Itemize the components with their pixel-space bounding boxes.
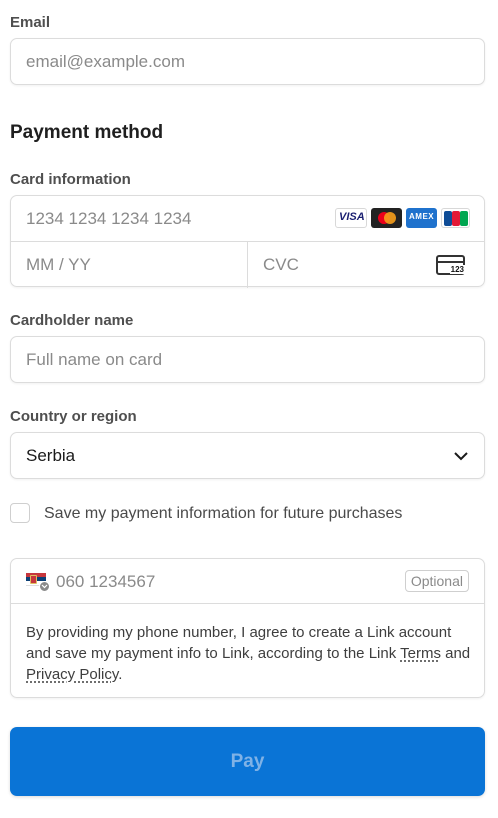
link-divider [11,603,484,604]
email-label: Email [10,14,51,31]
legal-text-main: By providing my phone number, I agree to… [26,624,452,662]
country-selected-value: Serbia [26,446,76,465]
card-information-label: Card information [10,171,131,188]
email-field[interactable] [11,39,484,84]
card-number-input[interactable] [26,208,326,230]
country-select[interactable]: Serbia [10,432,485,479]
expiry-cvc-row: 123 [11,241,484,288]
visa-icon: VISA [335,208,367,228]
amex-icon: AMEX [406,208,437,228]
link-phone-box: Optional By providing my phone number, I… [10,558,485,698]
card-information-group: VISA AMEX 123 [10,195,485,288]
cvc-icon-text: 123 [449,265,465,274]
cvc-card-icon: 123 [436,255,465,275]
email-field-wrapper [10,38,485,85]
cardholder-name-label: Cardholder name [10,312,134,329]
country-label: Country or region [10,408,137,425]
field-divider [247,242,248,288]
cardholder-name-wrapper [10,336,485,383]
phone-input[interactable] [56,571,386,593]
privacy-policy-link[interactable]: Privacy Policy [26,666,118,683]
save-info-label[interactable]: Save my payment information for future p… [44,505,402,523]
legal-period: . [118,666,123,683]
chevron-down-icon [454,452,468,461]
terms-link[interactable]: Terms [400,645,441,662]
save-info-checkbox[interactable] [10,503,30,523]
optional-badge: Optional [404,570,469,592]
link-legal-text: By providing my phone number, I agree to… [26,622,471,685]
mastercard-icon [371,208,402,228]
legal-and: and [440,645,471,662]
cardholder-name-field[interactable] [11,337,484,382]
cvc-input[interactable] [263,254,423,276]
expiry-input[interactable] [26,254,236,276]
serbia-flag-icon[interactable] [26,573,50,592]
payment-method-heading: Payment method [10,122,164,143]
pay-button[interactable]: Pay [10,727,485,796]
jcb-icon [441,208,470,228]
